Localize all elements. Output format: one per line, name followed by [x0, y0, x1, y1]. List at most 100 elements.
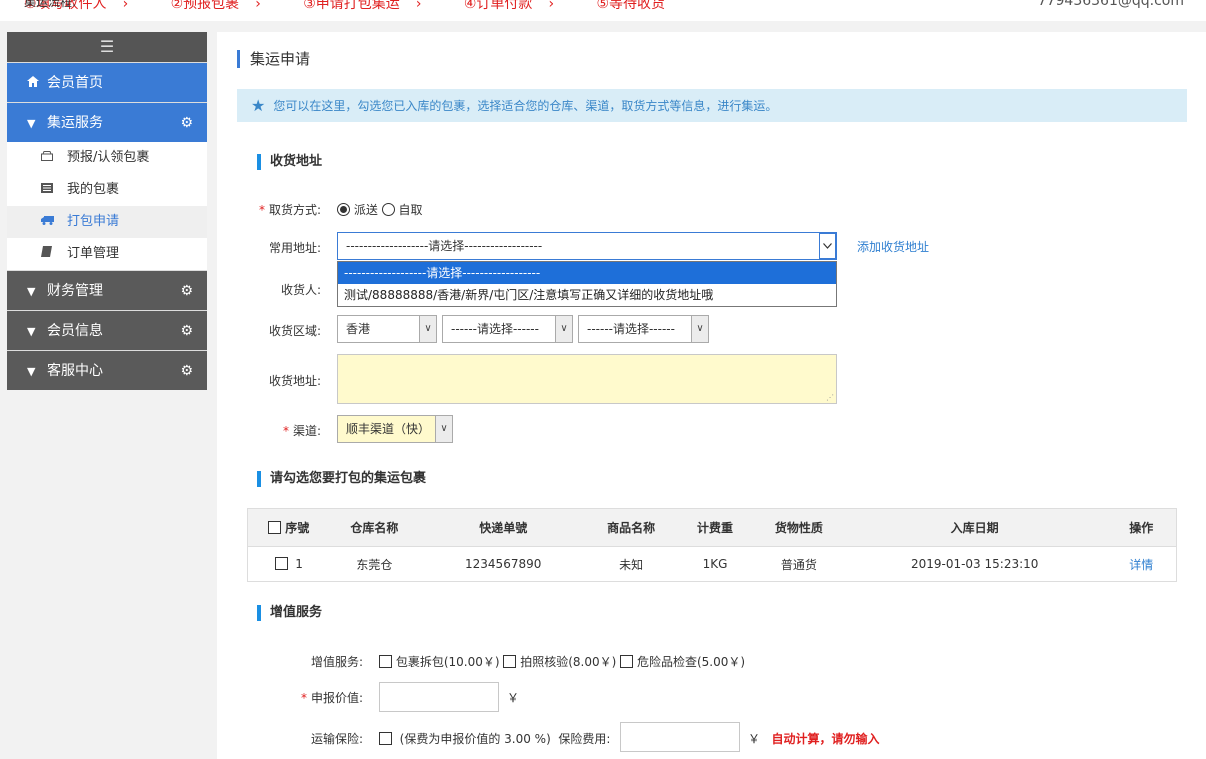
currency-symbol: ￥	[748, 732, 761, 746]
step-arrow: ›	[122, 0, 129, 12]
process-label: 集运流程:	[24, 0, 77, 9]
sidebar-item-forecast[interactable]: 预报/认领包裹	[7, 142, 207, 174]
sidebar-item-orders[interactable]: 订单管理	[7, 238, 207, 270]
services-label: 增值服务:	[310, 655, 363, 669]
auto-calc-warning: 自动计算，请勿输入	[771, 732, 880, 746]
radio-delivery-label: 派送	[353, 203, 378, 217]
gear-icon: ⚙	[180, 283, 193, 299]
service-label: 危险品检查(5.00￥)	[636, 655, 746, 669]
cell-no-text: 1	[295, 557, 303, 571]
section-title-address: 收货地址	[257, 154, 322, 170]
sidebar-group-member[interactable]: ▼ 会员信息 ⚙	[7, 310, 207, 350]
col-header-tracking: 快递单號	[419, 508, 588, 547]
step-4: ④订单付款	[463, 0, 533, 12]
insurance-label: 运输保险:	[310, 732, 363, 746]
service-unpack-checkbox[interactable]	[379, 655, 392, 668]
menu-icon: ☰	[99, 37, 115, 56]
declared-value-input[interactable]	[379, 682, 499, 712]
user-email[interactable]: 779436361@qq.com	[1038, 0, 1184, 9]
insurance-fee-input[interactable]	[620, 722, 740, 752]
currency-symbol: ￥	[507, 691, 520, 705]
region-value: ------请选择------	[451, 322, 539, 336]
cell-tracking: 1234567890	[465, 557, 542, 571]
dropdown-option[interactable]: 测试/88888888/香港/新界/屯门区/注意填写正确又详细的收货地址哦	[338, 284, 836, 306]
radio-self-pickup-label: 自取	[398, 203, 423, 217]
sidebar-group-shipping[interactable]: ▼ 集运服务 ⚙	[7, 102, 207, 142]
col-header-product: 商品名称	[587, 508, 676, 547]
inbox-icon	[41, 142, 57, 174]
cell-date: 2019-01-03 15:23:10	[910, 557, 1039, 571]
sidebar-item-my-parcels[interactable]: 我的包裹	[7, 174, 207, 206]
declared-value-label-text: 申报价值:	[310, 691, 363, 705]
caret-down-icon: ▼	[27, 117, 36, 130]
sidebar-item-home[interactable]: 会员首页	[7, 62, 207, 102]
address-label: 收货地址:	[268, 374, 321, 388]
notice-text: 您可以在这里，勾选您已入库的包裹，选择适合您的仓库、渠道，取货方式等信息，进行集…	[273, 99, 778, 113]
col-header-action: 操作	[1106, 508, 1177, 547]
cell-nature: 普通货	[780, 557, 817, 572]
sidebar-group-label: 集运服务	[47, 115, 103, 131]
channel-label-text: 渠道:	[292, 424, 321, 438]
channel-label: * 渠道:	[247, 422, 321, 439]
region-select-country[interactable]: 香港 ∨	[337, 315, 437, 343]
region-select-district[interactable]: ------请选择------ ∨	[578, 315, 709, 343]
dropdown-option[interactable]: -------------------请选择------------------	[338, 262, 836, 284]
col-header-nature: 货物性质	[754, 508, 843, 547]
insurance-fee-suffix: ￥ 自动计算，请勿输入	[748, 730, 879, 747]
radio-delivery[interactable]	[337, 203, 350, 216]
service-danger-checkbox[interactable]	[620, 655, 634, 668]
region-select-province[interactable]: ------请选择------ ∨	[442, 315, 573, 343]
pickup-label: * 取货方式:	[247, 201, 321, 218]
region-value: 香港	[346, 322, 371, 336]
col-header-weight: 计费重	[675, 508, 755, 547]
insurance-note: (保费为申报价值的 3.00 %)	[399, 732, 551, 746]
region-label: 收货区域:	[268, 324, 321, 338]
chevron-down-icon	[819, 233, 836, 259]
cell-no: 1	[248, 547, 330, 582]
sidebar-item-label: 打包申请	[67, 214, 120, 229]
sidebar-item-label: 订单管理	[67, 246, 120, 261]
parcel-table: 序號 仓库名称 快递单號 商品名称 计费重 货物性质 入库日期 操作 1 东莞仓…	[247, 508, 1177, 582]
service-options: 包裹拆包(10.00￥) 拍照核验(8.00￥) 危险品检查(5.00￥)	[379, 653, 745, 670]
star-icon: ★	[251, 96, 266, 115]
sidebar-group-finance[interactable]: ▼ 财务管理 ⚙	[7, 270, 207, 310]
insurance-checkbox[interactable]	[379, 732, 392, 745]
sidebar-group-support[interactable]: ▼ 客服中心 ⚙	[7, 350, 207, 390]
row-checkbox[interactable]	[274, 557, 288, 570]
resize-grip-icon: ⋰	[826, 393, 834, 402]
sidebar-group-label: 客服中心	[47, 363, 103, 379]
channel-value: 顺丰渠道（快）	[346, 422, 431, 436]
chevron-down-icon: ∨	[435, 416, 452, 442]
caret-down-icon: ▼	[27, 325, 36, 338]
radio-self-pickup[interactable]	[381, 203, 395, 216]
col-header-no: 序號	[247, 508, 330, 547]
pickup-options: 派送 自取	[337, 201, 423, 218]
add-address-link[interactable]: 添加收货地址	[857, 238, 929, 255]
required-mark: *	[258, 203, 265, 217]
list-icon	[41, 174, 57, 206]
sidebar-item-label: 会员首页	[47, 75, 103, 91]
col-header-warehouse: 仓库名称	[329, 508, 420, 547]
sidebar-item-pack-request[interactable]: 打包申请	[7, 206, 207, 238]
section-title-value-added: 增值服务	[257, 605, 322, 621]
menu-toggle[interactable]: ☰	[7, 32, 207, 62]
caret-down-icon: ▼	[27, 365, 36, 378]
sidebar: ☰ 会员首页 ▼ 集运服务 ⚙ 预报/认领包裹 我的包裹 打包申请 订单管理 ▼ 财…	[7, 32, 207, 390]
common-address-select[interactable]: -------------------请选择------------------	[337, 232, 837, 260]
chevron-down-icon: ∨	[419, 316, 436, 342]
table-row: 1 东莞仓 1234567890 未知 1KG 普通货 2019-01-03 1…	[248, 547, 1177, 582]
table-header-row: 序號 仓库名称 快递单號 商品名称 计费重 货物性质 入库日期 操作	[247, 508, 1177, 547]
channel-select[interactable]: 顺丰渠道（快） ∨	[337, 415, 453, 443]
step-5: ⑤等待收货	[596, 0, 666, 12]
caret-down-icon: ▼	[27, 285, 36, 298]
cell-product: 未知	[619, 557, 644, 572]
pickup-label-text: 取货方式:	[268, 203, 321, 217]
home-icon	[27, 64, 41, 104]
detail-link[interactable]: 详情	[1107, 547, 1177, 582]
service-photo-checkbox[interactable]	[503, 655, 517, 668]
address-textarea[interactable]: ⋰	[337, 354, 837, 404]
insurance-row: (保费为申报价值的 3.00 %) 保险费用:	[379, 730, 610, 747]
user-email-text: 779436361@qq.com	[1037, 0, 1184, 9]
select-all-checkbox[interactable]	[268, 521, 282, 534]
chevron-down-icon: ∨	[691, 316, 708, 342]
